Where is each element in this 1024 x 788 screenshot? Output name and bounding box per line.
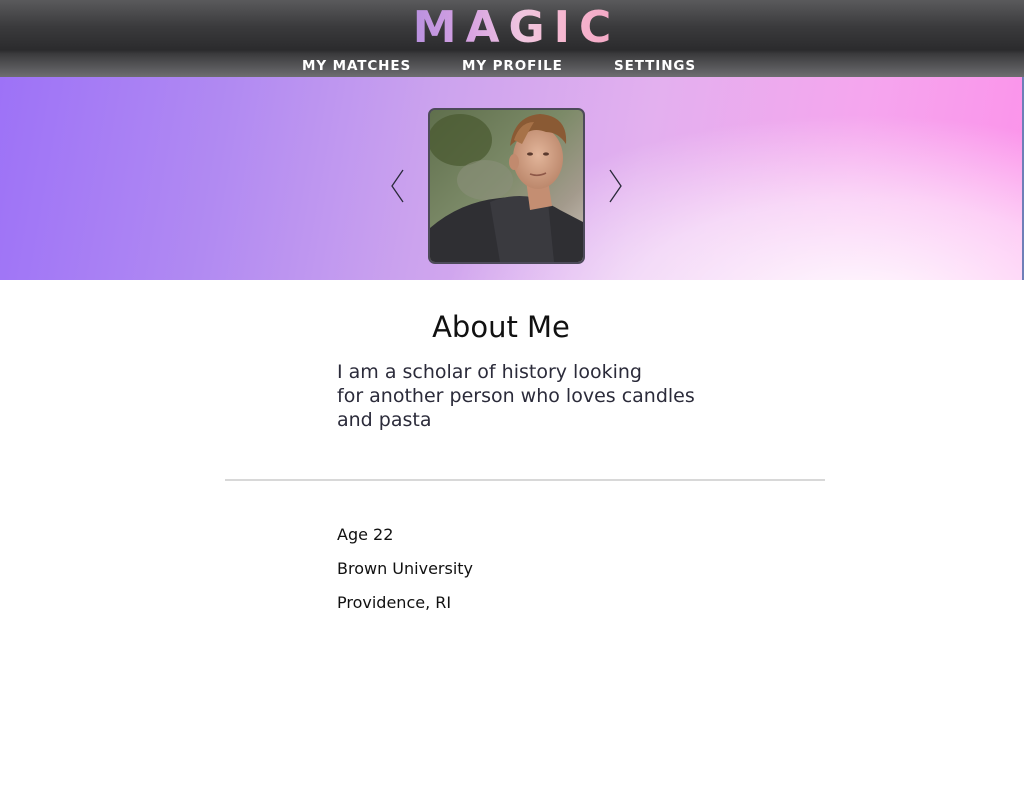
about-line: I am a scholar of history looking [337, 361, 642, 383]
nav-my-matches[interactable]: MY MATCHES [302, 58, 411, 74]
about-line: for another person who loves candles [337, 385, 695, 407]
profile-school: Brown University [337, 559, 474, 578]
section-divider [225, 479, 825, 481]
app-header: MAGIC MY MATCHES MY PROFILE SETTINGS [0, 0, 1024, 77]
nav-settings[interactable]: SETTINGS [614, 58, 696, 74]
about-me-heading: About Me [432, 310, 570, 344]
about-me-text: I am a scholar of history looking for an… [337, 360, 717, 432]
profile-banner [0, 77, 1024, 280]
app-logo[interactable]: MAGIC [0, 4, 1024, 52]
profile-photo[interactable] [428, 108, 585, 264]
nav-my-profile[interactable]: MY PROFILE [462, 58, 563, 74]
chevron-left-icon[interactable] [390, 169, 406, 203]
main-nav: MY MATCHES MY PROFILE SETTINGS [0, 58, 1024, 76]
about-line: and pasta [337, 409, 432, 431]
logo-text: MAGIC [404, 2, 621, 53]
chevron-right-icon[interactable] [607, 169, 623, 203]
profile-location: Providence, RI [337, 593, 452, 612]
profile-age: Age 22 [337, 525, 394, 544]
